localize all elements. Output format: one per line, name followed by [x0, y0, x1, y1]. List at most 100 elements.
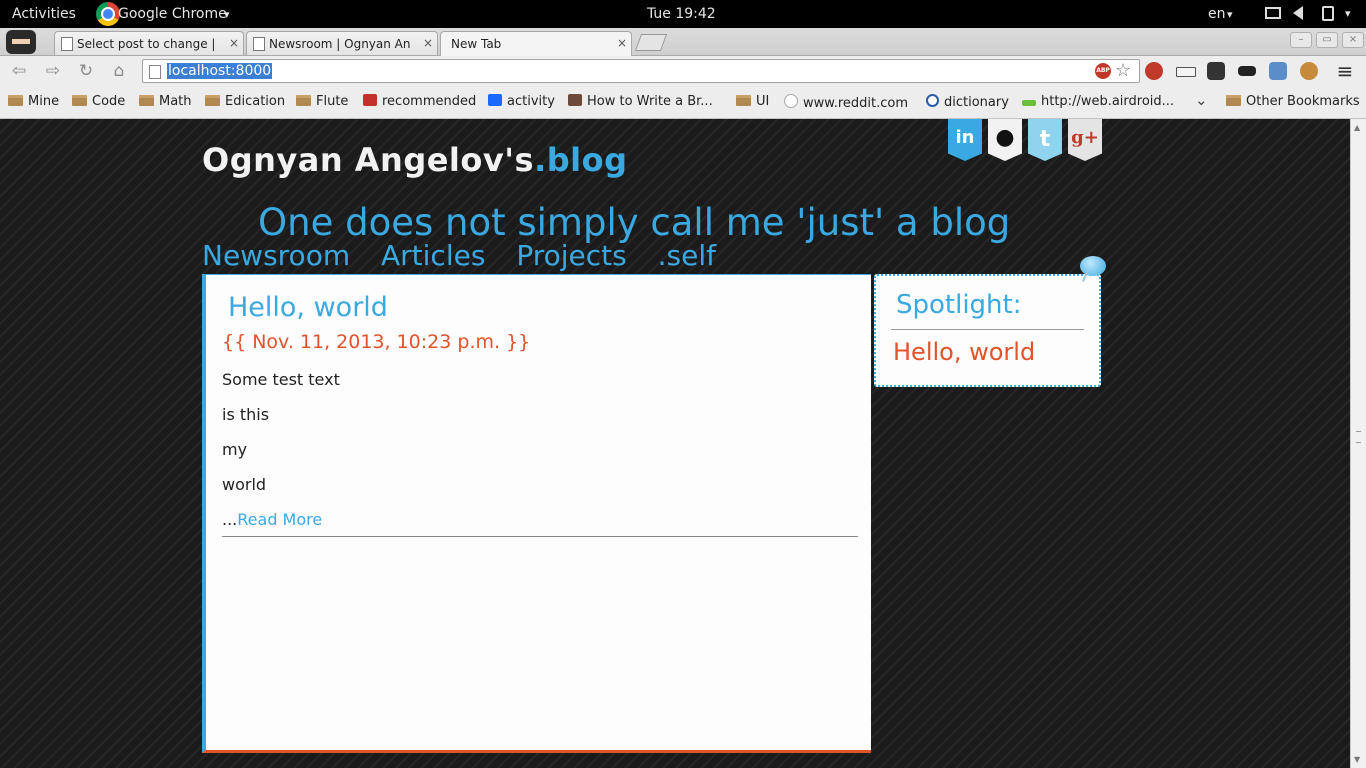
airdroid-icon: [1022, 100, 1036, 106]
tab-close-icon[interactable]: ×: [423, 36, 433, 50]
browser-toolbar: ⇦ ⇨ ↻ ⌂ localhost:8000 ABP ☆ ≡: [0, 56, 1366, 87]
bookmark-ui[interactable]: UI: [736, 94, 769, 109]
post-date: {{ Nov. 11, 2013, 10:23 p.m. }}: [222, 331, 531, 353]
bookmark-recommended[interactable]: recommended: [363, 94, 476, 109]
address-bar[interactable]: localhost:8000 ABP ☆: [142, 59, 1140, 83]
system-menu-caret-icon[interactable]: ▾: [1345, 7, 1351, 20]
nav-articles[interactable]: Articles: [381, 239, 485, 272]
battery-icon[interactable]: [1322, 6, 1334, 21]
main-nav: Newsroom Articles Projects .self: [202, 239, 738, 272]
googleplus-icon[interactable]: g+: [1068, 119, 1102, 161]
bookmark-activity[interactable]: activity: [488, 94, 555, 109]
tab-select-post[interactable]: Select post to change | Dj ×: [54, 31, 244, 55]
behance-icon: [488, 94, 502, 106]
folder-icon: [1226, 95, 1241, 106]
site-tagline: One does not simply call me 'just' a blo…: [258, 201, 1011, 244]
address-text[interactable]: localhost:8000: [167, 63, 273, 79]
app-menu-caret-icon[interactable]: ▾: [224, 8, 230, 21]
bookmark-star-icon[interactable]: ☆: [1115, 60, 1131, 81]
bookmark-math[interactable]: Math: [139, 94, 192, 109]
site-title[interactable]: Ognyan Angelov's.blog: [202, 141, 628, 179]
incognito-mask-icon[interactable]: [1238, 66, 1256, 76]
spotlight-item[interactable]: Hello, world: [893, 338, 1035, 366]
page-icon: [253, 37, 265, 51]
bookmark-mine[interactable]: Mine: [8, 94, 59, 109]
github-icon[interactable]: ●: [988, 119, 1022, 161]
bookmarks-overflow-chevron-icon[interactable]: ⌄: [1195, 91, 1208, 109]
tab-close-icon[interactable]: ×: [229, 36, 239, 50]
bookmark-airdroid[interactable]: http://web.airdroid...: [1022, 94, 1174, 109]
nav-self[interactable]: .self: [658, 239, 716, 272]
read-more-link[interactable]: Read More: [237, 510, 322, 529]
bookmark-reddit[interactable]: www.reddit.com: [784, 94, 908, 111]
new-tab-button[interactable]: [634, 34, 668, 51]
bookmark-other[interactable]: Other Bookmarks: [1226, 94, 1360, 109]
app-menu-label[interactable]: Google Chrome: [118, 6, 227, 22]
profile-avatar-icon[interactable]: [6, 30, 36, 54]
screenshot-extension-icon[interactable]: [1269, 62, 1287, 80]
tab-title: New Tab: [451, 37, 502, 51]
bookmark-dictionary[interactable]: dictionary: [926, 94, 1009, 110]
tab-close-icon[interactable]: ×: [617, 36, 627, 50]
page-icon: [61, 37, 73, 51]
system-top-bar: Activities Google Chrome ▾ Tue 19:42 en …: [0, 0, 1366, 28]
ellipsis: ...: [222, 510, 238, 529]
tab-newsroom[interactable]: Newsroom | Ognyan Ange ×: [246, 31, 438, 55]
chrome-logo-icon: [96, 2, 120, 26]
clock[interactable]: Tue 19:42: [647, 6, 716, 22]
post-title[interactable]: Hello, world: [228, 292, 388, 323]
forward-icon[interactable]: ⇨: [42, 61, 64, 81]
page-scrollbar[interactable]: ▲ ▼: [1350, 119, 1366, 768]
window-extension-icon[interactable]: [1176, 67, 1196, 77]
close-window-button[interactable]: ×: [1342, 32, 1364, 48]
language-caret-icon[interactable]: ▾: [1227, 8, 1233, 21]
menu-icon[interactable]: ≡: [1334, 61, 1356, 81]
post-body-line: Some test text: [222, 370, 340, 389]
folder-icon: [72, 95, 87, 106]
linkedin-icon[interactable]: in: [948, 119, 982, 161]
pocket-icon[interactable]: [1207, 62, 1225, 80]
reload-icon[interactable]: ↻: [75, 61, 97, 81]
bookmark-how-to-write[interactable]: How to Write a Br...: [568, 94, 713, 109]
nav-newsroom[interactable]: Newsroom: [202, 239, 350, 272]
folder-icon: [736, 95, 751, 106]
home-icon[interactable]: ⌂: [108, 61, 130, 81]
scroll-grip-icon[interactable]: [1356, 431, 1361, 443]
post-body-line: is this: [222, 405, 270, 424]
spotlight-divider: [891, 329, 1084, 330]
tab-new-tab[interactable]: New Tab ×: [440, 31, 632, 56]
bookmark-flute[interactable]: Flute: [296, 94, 348, 109]
spotlight-panel: Spotlight: Hello, world: [874, 274, 1101, 387]
page-info-icon[interactable]: [149, 65, 161, 79]
post-excerpt-end: ...Read More: [222, 510, 322, 529]
back-icon[interactable]: ⇦: [8, 61, 30, 81]
folder-icon: [8, 95, 23, 106]
network-icon[interactable]: [1265, 7, 1281, 19]
minimize-button[interactable]: –: [1290, 32, 1312, 48]
volume-icon[interactable]: [1293, 6, 1303, 20]
folder-icon: [205, 95, 220, 106]
language-indicator[interactable]: en: [1208, 6, 1226, 22]
spotlight-title: Spotlight:: [896, 290, 1022, 320]
scroll-down-icon[interactable]: ▼: [1354, 755, 1360, 764]
maximize-button[interactable]: ▭: [1316, 32, 1338, 48]
avatar-icon: [568, 94, 582, 106]
folder-icon: [139, 95, 154, 106]
activities-button[interactable]: Activities: [12, 6, 76, 22]
post-card: Hello, world {{ Nov. 11, 2013, 10:23 p.m…: [202, 274, 871, 753]
folder-icon: [296, 95, 311, 106]
nav-projects[interactable]: Projects: [516, 239, 626, 272]
tab-title: Newsroom | Ognyan Ange: [269, 37, 411, 51]
twitter-icon[interactable]: t: [1028, 119, 1062, 161]
tab-strip: Select post to change | Dj × Newsroom | …: [0, 28, 1366, 56]
bookmark-edication[interactable]: Edication: [205, 94, 285, 109]
stop-extension-icon[interactable]: [1145, 62, 1163, 80]
bookmark-code[interactable]: Code: [72, 94, 125, 109]
post-body-line: my: [222, 440, 248, 459]
adblock-icon[interactable]: ABP: [1095, 63, 1111, 79]
cookie-icon[interactable]: [1300, 62, 1318, 80]
page-viewport: Ognyan Angelov's.blog in ● t g+ One does…: [0, 119, 1350, 768]
bookmarks-bar: Mine Code Math Edication Flute recommend…: [0, 87, 1366, 119]
scroll-up-icon[interactable]: ▲: [1354, 123, 1360, 132]
tab-title: Select post to change | Dj: [77, 37, 217, 51]
